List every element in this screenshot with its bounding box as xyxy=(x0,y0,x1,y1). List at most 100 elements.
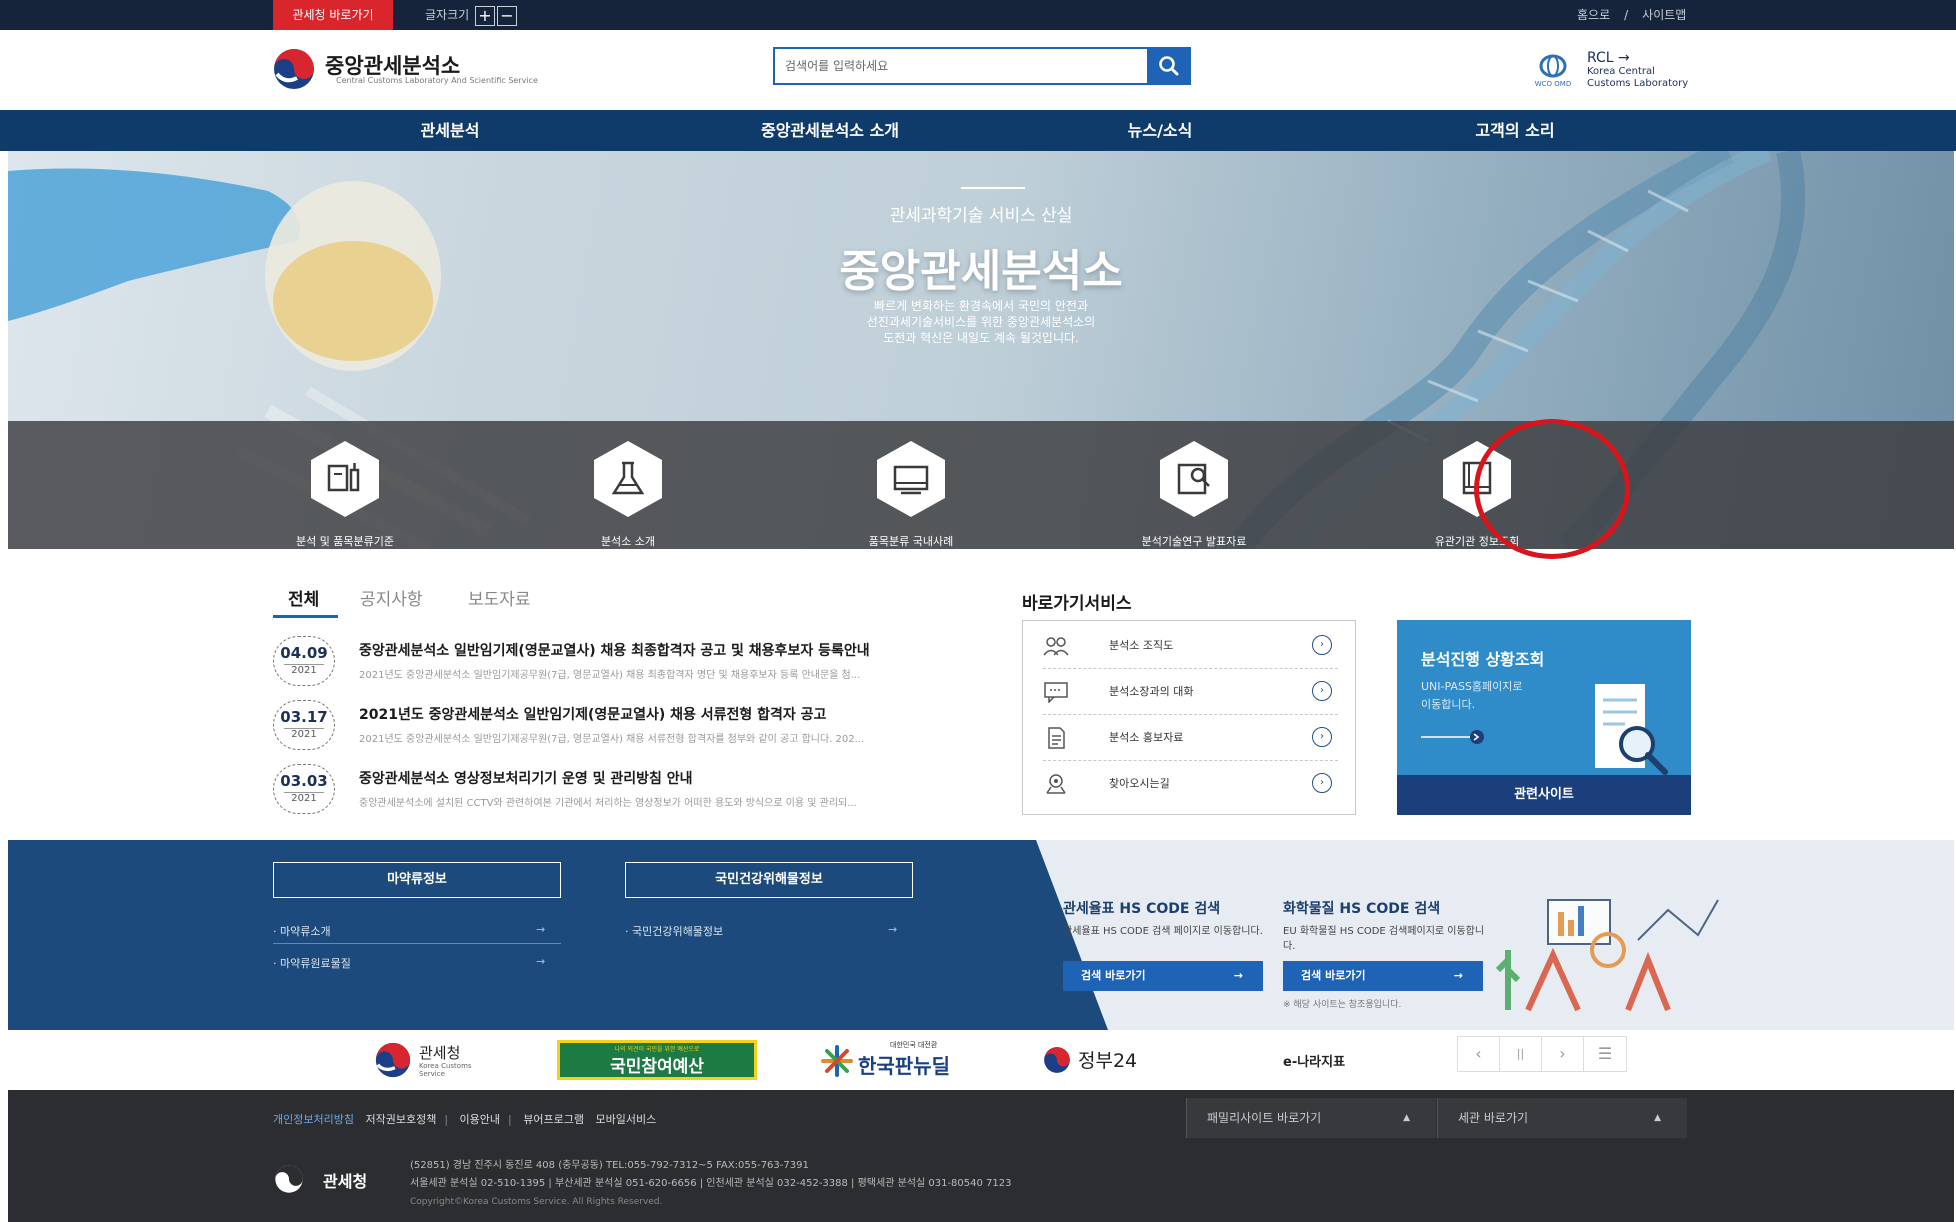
nav-customs-analysis[interactable]: 관세분석 xyxy=(400,110,500,151)
search-input[interactable] xyxy=(775,49,1145,83)
font-decrease-button[interactable]: − xyxy=(497,5,517,26)
top-link-separator: / xyxy=(1624,8,1629,22)
customs-shortcut-link[interactable]: 관세청 바로가기 xyxy=(273,0,393,30)
hero-description-line-2: 선진과세기술서비스를 위한 중앙관세분석소의 xyxy=(866,315,1096,329)
main-navigation: 관세분석 중앙관세분석소 소개 뉴스/소식 고객의 소리 xyxy=(0,110,1956,151)
partner-e-nara-index[interactable]: e-나라지표 xyxy=(1283,1040,1393,1080)
shortcut-label: 분석소 홍보자료 xyxy=(1109,731,1184,744)
budget-title: 국민참여예산 xyxy=(610,1057,704,1077)
chevron-up-icon: ▲ xyxy=(1654,1113,1661,1123)
drug-material-link[interactable]: · 마약류원료물질 → xyxy=(273,955,563,971)
tariff-hs-search-button[interactable]: 검색 바로가기 → xyxy=(1063,961,1263,991)
quick-label: 품목분류 국내사례 xyxy=(868,535,954,548)
hero-description-line-3: 도전과 혁신은 내일도 계속 될것입니다. xyxy=(883,331,1079,345)
wco-logo-icon: WCO OMD xyxy=(1535,54,1571,88)
hero-description-line-1: 빠르게 변화하는 환경속에서 국민의 안전과 xyxy=(874,299,1088,313)
pause-icon[interactable]: || xyxy=(1500,1037,1542,1071)
footer-address-line-2: 서울세관 분석실 02-510-1395 | 부산세관 분석실 051-620-… xyxy=(410,1178,1012,1189)
quick-item-analysis-criteria[interactable]: 분석 및 품목분류기준 xyxy=(265,439,425,549)
footer-links: 개인정보처리방침 저작권보호정책 | 이용안내 | 뷰어프로그램 모바일서비스 xyxy=(273,1111,664,1127)
tab-all[interactable]: 전체 xyxy=(288,585,319,610)
rcl-line-1: Korea Central xyxy=(1587,66,1655,77)
news-date: 03.03 xyxy=(280,772,328,790)
shortcut-service-list: 분석소 조직도 › 분석소장과의 대화 › 분석소 홍보자료 › 찾아오시는길 … xyxy=(1022,620,1356,815)
home-link[interactable]: 홈으로 xyxy=(1577,8,1610,22)
nav-about[interactable]: 중앙관세분석소 소개 xyxy=(715,110,945,151)
hero-subtitle: 관세과학기술 서비스 산실 xyxy=(889,206,1073,226)
health-hazard-info-button[interactable]: 국민건강위해물정보 xyxy=(625,862,913,898)
hero-banner: 관세과학기술 서비스 산실 중앙관세분석소 빠르게 변화하는 환경속에서 국민의… xyxy=(8,151,1954,549)
health-hazard-link[interactable]: · 국민건강위해물정보 → xyxy=(625,923,915,939)
shortcut-label: 분석소장과의 대화 xyxy=(1109,685,1194,698)
nav-customer-voice[interactable]: 고객의 소리 xyxy=(1455,110,1575,151)
shortcut-item-director-talk[interactable]: 분석소장과의 대화 › xyxy=(1043,669,1338,715)
menu-icon[interactable]: ☰ xyxy=(1584,1037,1626,1071)
font-increase-button[interactable]: + xyxy=(475,5,495,26)
analysis-desc-line-2: 이동합니다. xyxy=(1421,698,1476,711)
customs-office-select[interactable]: 세관 바로가기 ▲ xyxy=(1437,1098,1687,1138)
hs2-title-c: 검색 xyxy=(1409,901,1441,917)
logo-english-name: Central Customs Laboratory And Scientifi… xyxy=(336,76,538,85)
family-site-select[interactable]: 패밀리사이트 바로가기 ▲ xyxy=(1186,1098,1436,1138)
chemical-hs-description: EU 화학물질 HS CODE 검색페이지로 이동합니다. xyxy=(1283,926,1485,952)
tariff-hs-description: 관세율표 HS CODE 검색 페이지로 이동합니다. xyxy=(1063,926,1263,937)
footer-copyright: Copyright©Korea Customs Service. All Rig… xyxy=(410,1197,663,1207)
related-site-button[interactable]: 관련사이트 xyxy=(1397,775,1691,815)
highlight-circle-annotation xyxy=(1474,419,1630,559)
rcl-line-2: Customs Laboratory xyxy=(1587,78,1689,89)
shortcut-item-org-chart[interactable]: 분석소 조직도 › xyxy=(1043,623,1338,669)
partner-customs-eng: Korea Customs Service xyxy=(419,1062,472,1078)
tab-press[interactable]: 보도자료 xyxy=(468,585,531,610)
hs2-title-a: 화학물질 xyxy=(1283,901,1340,917)
news-item[interactable]: 04.09 2021 중앙관세분석소 일반임기제(영문교열사) 채용 최종합격자… xyxy=(273,636,983,696)
search-button[interactable] xyxy=(1147,47,1191,85)
copyright-policy-link[interactable]: 저작권보호정책 xyxy=(365,1113,436,1126)
family-site-label: 패밀리사이트 바로가기 xyxy=(1207,1111,1322,1125)
shortcut-item-directions[interactable]: 찾아오시는길 › xyxy=(1043,761,1338,807)
privacy-policy-link[interactable]: 개인정보처리방침 xyxy=(273,1113,354,1126)
news-title[interactable]: 중앙관세분석소 일반임기제(영문교열사) 채용 최종합격자 공고 및 채용후보자… xyxy=(359,640,870,660)
rcl-title: RCL → xyxy=(1587,50,1630,66)
customs-office-label: 세관 바로가기 xyxy=(1458,1111,1529,1125)
newdeal-subtitle: 대한민국 대전환 xyxy=(890,1041,938,1049)
quick-menu: 분석 및 품목분류기준 분석소 소개 품목분류 국내사례 분석기술연구 발표자료… xyxy=(8,421,1954,549)
search-button-label: 검색 바로가기 xyxy=(1301,969,1366,982)
mobile-service-link[interactable]: 모바일서비스 xyxy=(595,1113,656,1126)
nav-news[interactable]: 뉴스/소식 xyxy=(1100,110,1220,151)
drug-info-button[interactable]: 마약류정보 xyxy=(273,862,561,898)
chemical-hs-search-button[interactable]: 검색 바로가기 → xyxy=(1283,961,1483,991)
next-icon[interactable]: › xyxy=(1542,1037,1584,1071)
arrow-circle-icon: › xyxy=(1312,727,1332,747)
location-icon xyxy=(1046,774,1066,794)
partner-participatory-budget[interactable]: 나의 의견이 국민을 위한 예산으로 국민참여예산 xyxy=(557,1040,757,1080)
tab-notices[interactable]: 공지사항 xyxy=(360,585,423,610)
news-item[interactable]: 03.17 2021 2021년도 중앙관세분석소 일반임기제(영문교열사) 채… xyxy=(273,700,983,760)
date-badge: 03.17 2021 xyxy=(273,700,335,750)
previous-icon[interactable]: ‹ xyxy=(1458,1037,1500,1071)
quick-label: 분석소 소개 xyxy=(600,535,656,548)
health-link-label: 국민건강위해물정보 xyxy=(632,925,724,938)
usage-guide-link[interactable]: 이용안내 xyxy=(460,1113,500,1126)
viewer-program-link[interactable]: 뷰어프로그램 xyxy=(523,1113,584,1126)
news-item[interactable]: 03.03 2021 중앙관세분석소 영상정보처리기기 운영 및 관리방침 안내… xyxy=(273,764,983,824)
partner-customs-service[interactable]: 관세청 Korea Customs Service xyxy=(373,1040,503,1080)
quick-item-research-papers[interactable]: 분석기술연구 발표자료 xyxy=(1114,439,1274,549)
news-title[interactable]: 중앙관세분석소 영상정보처리기기 운영 및 관리방침 안내 xyxy=(359,768,693,788)
drug-intro-link[interactable]: · 마약류소개 → xyxy=(273,923,563,939)
news-title[interactable]: 2021년도 중앙관세분석소 일반임기제(영문교열사) 채용 서류전형 합격자 … xyxy=(359,704,826,724)
chat-icon xyxy=(1044,682,1068,703)
news-summary: 중앙관세분석소에 설치된 CCTV와 관련하여본 기관에서 처리하는 영상정보가… xyxy=(359,798,857,809)
arrow-line-icon xyxy=(1421,730,1484,744)
shortcut-item-promo-materials[interactable]: 분석소 홍보자료 › xyxy=(1043,715,1338,761)
quick-item-about[interactable]: 분석소 소개 xyxy=(548,439,708,549)
quick-label: 분석 및 품목분류기준 xyxy=(295,535,395,548)
arrow-circle-icon: › xyxy=(1312,681,1332,701)
taegeuk-logo-icon xyxy=(375,1042,411,1078)
partner-korean-new-deal[interactable]: 대한민국 대전환 한국판뉴딜 xyxy=(820,1040,950,1080)
arrow-right-icon: → xyxy=(888,923,898,936)
partner-gov24[interactable]: 정부24 xyxy=(1042,1040,1162,1080)
sitemap-link[interactable]: 사이트맵 xyxy=(1642,8,1686,22)
footer-address: (52851) 경남 진주시 동진로 408 (충무공동) TEL:055-79… xyxy=(410,1157,1012,1211)
top-links: 홈으로 / 사이트맵 xyxy=(1577,0,1686,30)
quick-item-domestic-cases[interactable]: 품목분류 국내사례 xyxy=(831,439,991,549)
